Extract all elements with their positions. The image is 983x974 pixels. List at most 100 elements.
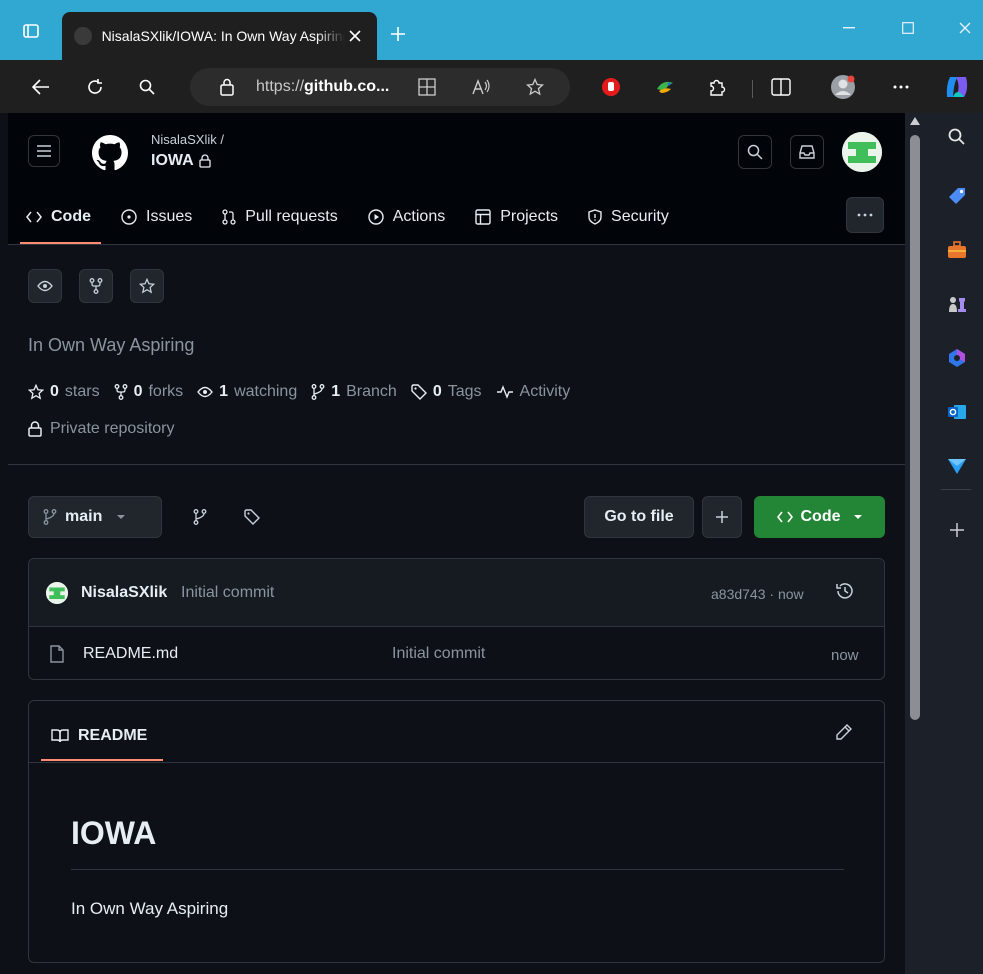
back-arrow-icon[interactable] <box>24 70 58 104</box>
repo-owner[interactable]: NisalaSXlik / <box>151 132 224 147</box>
close-tab-icon[interactable] <box>345 26 365 46</box>
inbox-icon[interactable] <box>790 135 824 169</box>
tab-security[interactable]: Security <box>588 199 669 235</box>
go-to-file-button[interactable]: Go to file <box>584 496 694 538</box>
refresh-icon[interactable] <box>78 70 112 104</box>
tab-actions[interactable]: Actions <box>368 199 445 235</box>
readme-tab-label: README <box>78 727 148 744</box>
commit-author[interactable]: NisalaSXlik <box>81 584 167 602</box>
more-tabs-ellipsis-icon[interactable] <box>846 197 884 233</box>
tab-title: NisalaSXlik/IOWA: In Own Way Aspiring <box>101 28 346 44</box>
history-clock-icon[interactable] <box>835 581 857 603</box>
new-tab-icon[interactable] <box>384 20 412 48</box>
user-avatar[interactable] <box>842 132 882 172</box>
table-icon <box>475 209 491 225</box>
shopping-tag-icon[interactable] <box>946 185 968 207</box>
more-menu-icon[interactable] <box>884 70 918 104</box>
microsoft-365-icon[interactable] <box>946 347 968 369</box>
branch-icon <box>311 384 325 400</box>
tag-icon <box>411 384 427 400</box>
branch-stat[interactable]: 1 Branch <box>311 383 397 401</box>
latest-commit-row: NisalaSXlik Initial commit a83d743 · now <box>29 559 884 627</box>
copilot-icon[interactable] <box>940 70 974 104</box>
github-logo-icon[interactable] <box>92 135 128 171</box>
readme-tab[interactable]: README <box>41 711 157 761</box>
address-bar[interactable]: https://github.co... <box>190 68 570 106</box>
menu-hamburger-icon[interactable] <box>28 135 60 167</box>
header-search-icon[interactable] <box>738 135 772 169</box>
activity-stat[interactable]: Activity <box>496 383 570 401</box>
caret-down-icon <box>117 515 126 519</box>
forks-stat[interactable]: 0 forks <box>114 383 183 401</box>
sidebar-separator <box>941 489 971 490</box>
send-arrow-icon[interactable] <box>946 455 968 477</box>
private-lock-icon <box>199 154 211 168</box>
github-favicon-icon <box>74 27 92 45</box>
tab-pull-requests[interactable]: Pull requests <box>222 199 338 235</box>
tab-projects[interactable]: Projects <box>475 199 558 235</box>
profile-avatar-icon[interactable] <box>826 70 860 104</box>
outlook-icon[interactable] <box>946 401 968 423</box>
read-aloud-icon[interactable] <box>470 76 492 98</box>
fork-outline-icon <box>114 384 128 400</box>
stars-stat[interactable]: 0 stars <box>28 383 100 401</box>
repo-name-row: IOWA <box>151 152 211 170</box>
tab-issues[interactable]: Issues <box>121 199 192 235</box>
app-available-icon[interactable] <box>416 76 438 98</box>
code-icon <box>26 211 42 223</box>
readme-heading: IOWA <box>71 815 157 851</box>
readme-body: In Own Way Aspiring <box>71 899 229 918</box>
repo-name[interactable]: IOWA <box>151 152 194 170</box>
pull-request-icon <box>222 209 236 225</box>
split-screen-icon[interactable] <box>764 70 798 104</box>
commit-hash-time[interactable]: a83d743 · now <box>711 586 804 602</box>
code-icon <box>776 511 793 523</box>
table-row[interactable]: README.md Initial commit now <box>29 628 884 679</box>
extension-bird-icon[interactable] <box>648 70 682 104</box>
scroll-up-arrow-icon[interactable] <box>909 116 921 128</box>
play-circle-icon <box>368 209 384 225</box>
tab-issues-label: Issues <box>146 208 193 225</box>
minimize-icon[interactable] <box>834 16 864 40</box>
commit-author-avatar[interactable] <box>46 582 68 604</box>
favorite-star-icon[interactable] <box>524 76 546 98</box>
tab-security-label: Security <box>611 208 669 225</box>
scrollbar-thumb[interactable] <box>910 135 920 720</box>
tags-icon[interactable] <box>240 505 264 529</box>
fork-icon[interactable] <box>79 269 113 303</box>
tags-stat[interactable]: 0 Tags <box>411 383 482 401</box>
tab-pull-requests-label: Pull requests <box>245 208 338 225</box>
site-info-lock-icon[interactable] <box>216 76 238 98</box>
repo-header: NisalaSXlik / IOWA Code Issues Pull requ… <box>8 113 905 245</box>
readme-heading-rule <box>71 869 844 870</box>
search-icon[interactable] <box>130 70 164 104</box>
star-outline-icon <box>28 384 44 400</box>
branches-icon[interactable] <box>188 505 212 529</box>
code-button-label: Code <box>800 508 841 525</box>
close-window-icon[interactable] <box>950 16 980 40</box>
watching-stat[interactable]: 1 watching <box>197 383 297 401</box>
star-icon[interactable] <box>130 269 164 303</box>
browser-toolbar: https://github.co... <box>0 60 983 113</box>
games-chess-icon[interactable] <box>946 293 968 315</box>
branch-name: main <box>65 508 103 525</box>
add-sidebar-app-icon[interactable] <box>946 519 968 541</box>
code-dropdown-button[interactable]: Code <box>754 496 885 538</box>
file-name[interactable]: README.md <box>83 645 178 663</box>
sidebar-search-icon[interactable] <box>946 126 968 148</box>
tools-briefcase-icon[interactable] <box>946 239 968 261</box>
tab-actions-icon[interactable] <box>14 14 48 48</box>
browser-tab[interactable]: NisalaSXlik/IOWA: In Own Way Aspiring <box>62 12 377 60</box>
tab-code[interactable]: Code <box>20 199 101 244</box>
caret-down-icon <box>853 515 862 519</box>
edit-pencil-icon[interactable] <box>835 723 855 743</box>
extensions-puzzle-icon[interactable] <box>700 70 734 104</box>
adblock-extension-icon[interactable] <box>594 70 628 104</box>
file-commit-message[interactable]: Initial commit <box>392 645 485 663</box>
commit-message[interactable]: Initial commit <box>181 584 274 602</box>
maximize-icon[interactable] <box>893 16 923 40</box>
private-repository-label: Private repository <box>28 420 175 438</box>
watch-eye-icon[interactable] <box>28 269 62 303</box>
add-file-plus-icon[interactable] <box>702 496 742 538</box>
branch-selector-button[interactable]: main <box>28 496 162 538</box>
